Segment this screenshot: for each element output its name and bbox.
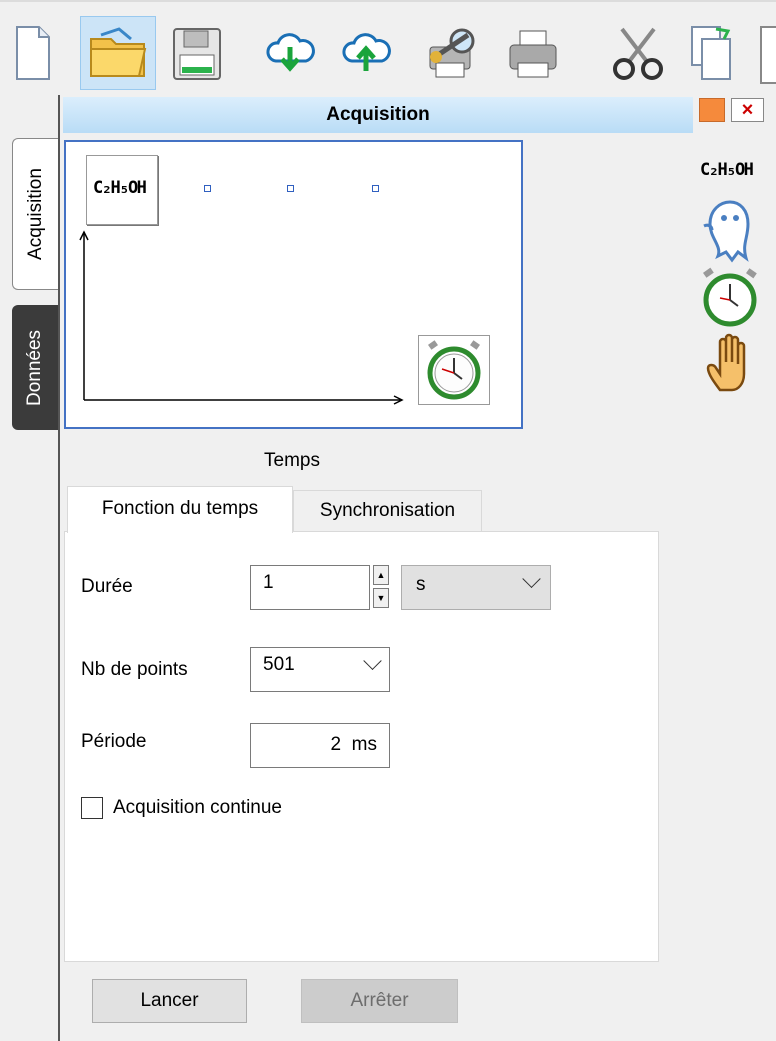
time-slot-x[interactable] bbox=[418, 335, 490, 405]
side-tab-acquisition[interactable]: Acquisition bbox=[12, 138, 58, 290]
ghost-icon[interactable] bbox=[700, 196, 752, 266]
toolbar bbox=[0, 0, 776, 97]
open-folder-icon[interactable] bbox=[80, 16, 156, 90]
copy-icon[interactable] bbox=[680, 16, 744, 90]
save-disk-icon[interactable] bbox=[164, 16, 228, 90]
spin-up-icon[interactable]: ▲ bbox=[373, 565, 389, 585]
acquisition-continue-checkbox[interactable] bbox=[81, 797, 103, 819]
panel-title: Acquisition bbox=[63, 97, 693, 133]
chevron-down-icon bbox=[363, 651, 382, 671]
npoints-label: Nb de points bbox=[81, 659, 188, 680]
minimize-button[interactable] bbox=[699, 98, 725, 122]
empty-slot-marker[interactable] bbox=[287, 185, 294, 192]
duree-input[interactable]: 1 bbox=[250, 565, 370, 610]
print-preview-icon[interactable] bbox=[422, 16, 486, 90]
lancer-button[interactable]: Lancer bbox=[92, 979, 247, 1023]
close-icon: × bbox=[741, 99, 754, 121]
new-file-icon[interactable] bbox=[0, 16, 64, 90]
duree-unit-value: s bbox=[416, 574, 426, 595]
stopwatch-icon[interactable] bbox=[700, 266, 760, 330]
printer-icon[interactable] bbox=[502, 16, 566, 90]
duree-label: Durée bbox=[81, 576, 133, 597]
npoints-value: 501 bbox=[263, 654, 295, 675]
duree-spinner[interactable]: ▲ ▼ bbox=[373, 565, 391, 610]
duree-unit-select[interactable]: s bbox=[401, 565, 551, 610]
arreter-button[interactable]: Arrêter bbox=[301, 979, 458, 1023]
paste-icon[interactable] bbox=[760, 26, 776, 84]
cut-scissors-icon[interactable] bbox=[606, 16, 670, 90]
periode-input[interactable]: 2 ms bbox=[250, 723, 390, 768]
tab-synchronisation[interactable]: Synchronisation bbox=[293, 490, 482, 531]
side-tab-donnees[interactable]: Données bbox=[12, 305, 58, 430]
periode-label: Période bbox=[81, 731, 147, 752]
chevron-down-icon bbox=[522, 569, 541, 589]
side-tab-donnees-label: Données bbox=[24, 329, 45, 406]
side-tab-acquisition-label: Acquisition bbox=[24, 168, 46, 260]
cloud-upload-icon[interactable] bbox=[334, 16, 398, 90]
time-axis-label: Temps bbox=[264, 450, 320, 471]
cloud-download-icon[interactable] bbox=[258, 16, 322, 90]
stopwatch-icon bbox=[427, 340, 481, 400]
sensor-formula-palette[interactable]: C₂H₅OH bbox=[700, 160, 754, 180]
spin-down-icon[interactable]: ▼ bbox=[373, 588, 389, 608]
close-button[interactable]: × bbox=[731, 98, 764, 122]
npoints-select[interactable]: 501 bbox=[250, 647, 390, 692]
empty-slot-marker[interactable] bbox=[204, 185, 211, 192]
acquisition-continue-label[interactable]: Acquisition continue bbox=[113, 797, 282, 819]
sensor-slot-y[interactable]: C₂H₅OH bbox=[86, 155, 158, 225]
tab-fonction-du-temps[interactable]: Fonction du temps bbox=[67, 486, 293, 533]
sensor-formula: C₂H₅OH bbox=[93, 178, 147, 198]
hand-icon[interactable] bbox=[706, 332, 756, 394]
empty-slot-marker[interactable] bbox=[372, 185, 379, 192]
